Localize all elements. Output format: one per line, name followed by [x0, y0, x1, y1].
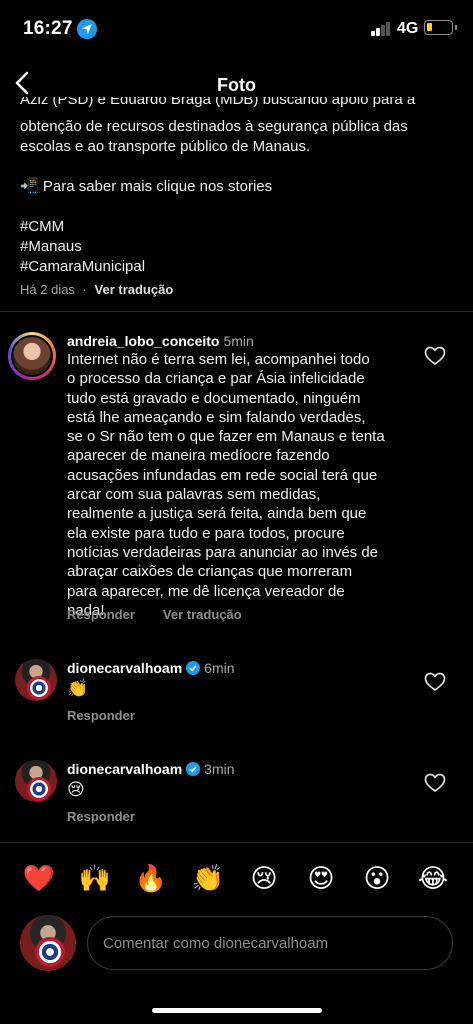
comment-line: está lhe ameaçando e sim falando verdade…: [67, 408, 366, 426]
comment-line: para aparecer, me dê licença vereador de: [67, 582, 345, 600]
reply-button[interactable]: Responder: [67, 708, 135, 723]
raising-hands-emoji-button[interactable]: 🙌: [75, 858, 115, 898]
status-time: 16:27: [23, 18, 73, 39]
avatar[interactable]: [15, 760, 57, 802]
comment-line: ela existe para tudo e para todos, procu…: [67, 524, 345, 542]
comment-line: acusações infundadas em rede social terá…: [67, 466, 378, 484]
comment-actions: Responder Ver tradução: [67, 607, 270, 622]
home-indicator: [152, 1008, 322, 1013]
captain-shield-icon: [27, 777, 51, 801]
comment-line: Internet não é terra sem lei, acompanhei…: [67, 351, 370, 368]
page-title: Foto: [217, 75, 256, 95]
clapping-hands-emoji-button[interactable]: 👏: [188, 858, 228, 898]
status-bar: 16:27 4G: [0, 0, 473, 58]
crying-face-emoji-button[interactable]: 😢: [244, 858, 284, 898]
comment-header: dionecarvalhoam 3min: [67, 761, 235, 777]
open-mouth-emoji-button[interactable]: 😮: [357, 858, 397, 898]
hashtag-link[interactable]: #Manaus: [20, 237, 408, 257]
comment-line: o processo da criança e par Ásia infelic…: [67, 370, 365, 388]
caption-line: obtenção de recursos destinados à segura…: [20, 118, 408, 135]
comment-username[interactable]: dionecarvalhoam: [67, 761, 182, 777]
avatar[interactable]: [8, 332, 56, 380]
location-arrow-icon: [77, 19, 97, 39]
caption-partial-line: Aziz (PSD) e Eduardo Braga (MDB) buscand…: [20, 97, 416, 108]
reply-button[interactable]: Responder: [67, 809, 135, 824]
hashtag-link[interactable]: #CMM: [20, 217, 408, 237]
divider: [0, 311, 473, 312]
fire-emoji-button[interactable]: 🔥: [131, 858, 171, 898]
avatar[interactable]: [15, 659, 57, 701]
network-type: 4G: [397, 20, 419, 37]
caption-stories-line: 📲 Para saber mais clique nos stories: [20, 177, 408, 197]
comment-header: andreia_lobo_conceito 5min: [67, 333, 254, 349]
comment-line: realmente a justiça será feita, ainda be…: [67, 505, 367, 523]
tears-of-joy-emoji-button[interactable]: 😂: [413, 858, 453, 898]
comment-header: dionecarvalhoam 6min: [67, 660, 235, 676]
comment-text: 😢: [67, 780, 85, 799]
comment-time: 6min: [204, 660, 235, 676]
heart-icon[interactable]: [424, 773, 446, 793]
comment-actions: Responder: [67, 809, 163, 824]
caption-line: escolas e ao transporte público de Manau…: [20, 138, 311, 155]
cellular-signal-icon: [371, 22, 391, 36]
verified-badge-icon: [186, 762, 201, 776]
emoji-reaction-bar: ❤️ 🙌 🔥 👏 😢 😍 😮 😂: [0, 858, 473, 898]
divider: [0, 842, 473, 843]
heart-icon[interactable]: [424, 672, 446, 692]
captain-shield-icon: [27, 676, 51, 700]
post-time: Há 2 dias: [20, 282, 75, 297]
caption-partial-line-wrapper: Aziz (PSD) e Eduardo Braga (MDB) buscand…: [20, 97, 465, 111]
comment-username[interactable]: andreia_lobo_conceito: [67, 333, 219, 349]
hashtag-link[interactable]: #CamaraMunicipal: [20, 257, 408, 277]
comment-time: 3min: [204, 761, 235, 777]
comment-text: Internet não é terra sem lei, acompanhei…: [67, 350, 385, 620]
comment-time: 5min: [223, 333, 254, 349]
heart-icon[interactable]: [424, 346, 446, 366]
translate-link[interactable]: Ver tradução: [163, 607, 242, 622]
post-meta: Há 2 dias · Ver tradução: [20, 282, 173, 297]
comment-actions: Responder: [67, 708, 163, 723]
reply-button[interactable]: Responder: [67, 607, 135, 622]
verified-badge-icon: [186, 661, 201, 675]
comment-text: 👏: [67, 679, 89, 698]
comment-line: abraçar caixões de crianças que morreram: [67, 563, 353, 581]
caption-body: obtenção de recursos destinados à segura…: [20, 117, 408, 277]
avatar: [20, 915, 76, 971]
comment-line: aparecer de maneira medíocre fazendo: [67, 447, 330, 465]
comment-line: notícias verdadeiras para anunciar ao in…: [67, 543, 379, 561]
comment-username[interactable]: dionecarvalhoam: [67, 660, 182, 676]
translate-link[interactable]: Ver tradução: [95, 282, 174, 297]
mobile-arrow-emoji-icon: 📲: [20, 178, 39, 195]
heart-eyes-emoji-button[interactable]: 😍: [301, 858, 341, 898]
meta-separator: ·: [82, 282, 87, 297]
caption-stories-text: Para saber mais clique nos stories: [42, 178, 273, 195]
battery-icon: [424, 20, 457, 35]
captain-shield-icon: [35, 937, 65, 967]
comment-line: arcar com sua palavras sem medidas,: [67, 486, 321, 504]
comment-input[interactable]: [87, 916, 453, 970]
red-heart-emoji-button[interactable]: ❤️: [19, 858, 59, 898]
comment-line: tudo está gravado e documentado, ninguém: [67, 389, 361, 407]
comment-line: se o Sr não tem o que fazer em Manaus e …: [67, 428, 385, 446]
